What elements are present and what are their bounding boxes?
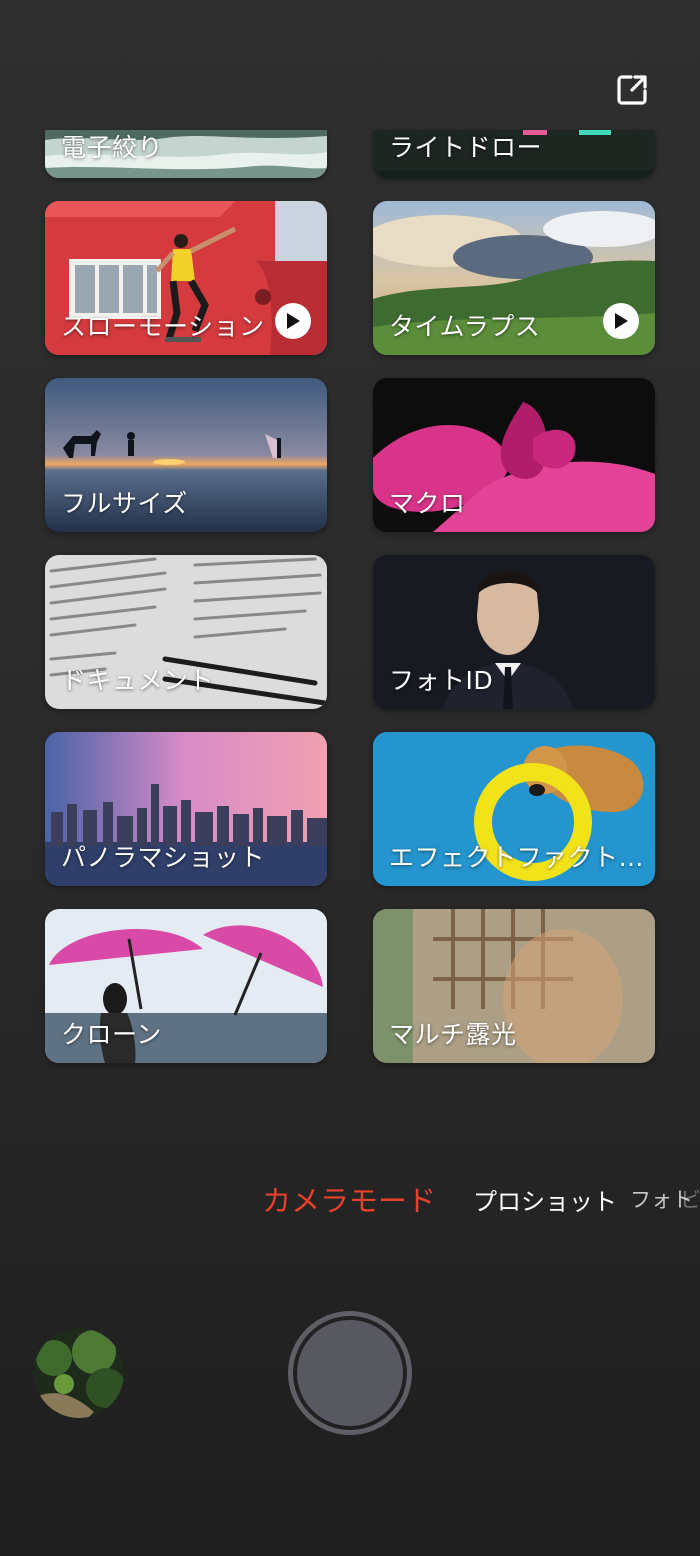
mode-label: クローン xyxy=(61,1020,162,1049)
mode-card-clone[interactable]: クローン xyxy=(45,909,327,1063)
mode-label: 電子絞り xyxy=(61,133,164,162)
mode-label: ライトドロー xyxy=(389,133,543,162)
mode-grid: 電子絞り ライトドロー スローモーション タイムラプス フルサイズ マクロ ドキ… xyxy=(0,0,700,1100)
mode-label: パノラマショット xyxy=(61,843,266,872)
mode-card-macro[interactable]: マクロ xyxy=(373,378,655,532)
mode-tab-video[interactable]: ビ xyxy=(680,1184,700,1214)
mode-card-light-drawing[interactable]: ライトドロー xyxy=(373,130,655,178)
gallery-thumbnail[interactable] xyxy=(34,1328,124,1418)
mode-label: フルサイズ xyxy=(61,489,188,518)
mode-label: マルチ露光 xyxy=(389,1020,517,1049)
mode-card-slow-motion[interactable]: スローモーション xyxy=(45,201,327,355)
mode-card-photo-id[interactable]: フォトID xyxy=(373,555,655,709)
mode-card-electronic-aperture[interactable]: 電子絞り xyxy=(45,130,327,178)
shutter-inner xyxy=(297,1320,403,1426)
mode-card-panorama[interactable]: パノラマショット xyxy=(45,732,327,886)
mode-card-multi-exposure[interactable]: マルチ露光 xyxy=(373,909,655,1063)
mode-card-document[interactable]: ドキュメント xyxy=(45,555,327,709)
shutter-button[interactable] xyxy=(288,1311,412,1435)
mode-label: マクロ xyxy=(389,489,466,518)
mode-tab-camera-mode[interactable]: カメラモード xyxy=(262,1178,436,1220)
mode-label: フォトID xyxy=(389,666,494,695)
mode-label: タイムラプス xyxy=(389,312,541,341)
play-icon[interactable] xyxy=(603,303,639,339)
garden-thumbnail-image xyxy=(34,1328,124,1418)
mode-selector: カメラモード プロショット フォト ビ xyxy=(0,1170,700,1220)
mode-card-time-lapse[interactable]: タイムラプス xyxy=(373,201,655,355)
mode-label: ドキュメント xyxy=(61,666,215,695)
mode-label: エフェクトファクト… xyxy=(389,843,645,872)
mode-label: スローモーション xyxy=(61,312,265,341)
camera-mode-screen: 電子絞り ライトドロー スローモーション タイムラプス フルサイズ マクロ ドキ… xyxy=(0,0,700,1556)
play-icon[interactable] xyxy=(275,303,311,339)
mode-tab-pro-shot[interactable]: プロショット xyxy=(473,1182,617,1217)
mode-card-effect-factory[interactable]: エフェクトファクト… xyxy=(373,732,655,886)
mode-card-full-size[interactable]: フルサイズ xyxy=(45,378,327,532)
